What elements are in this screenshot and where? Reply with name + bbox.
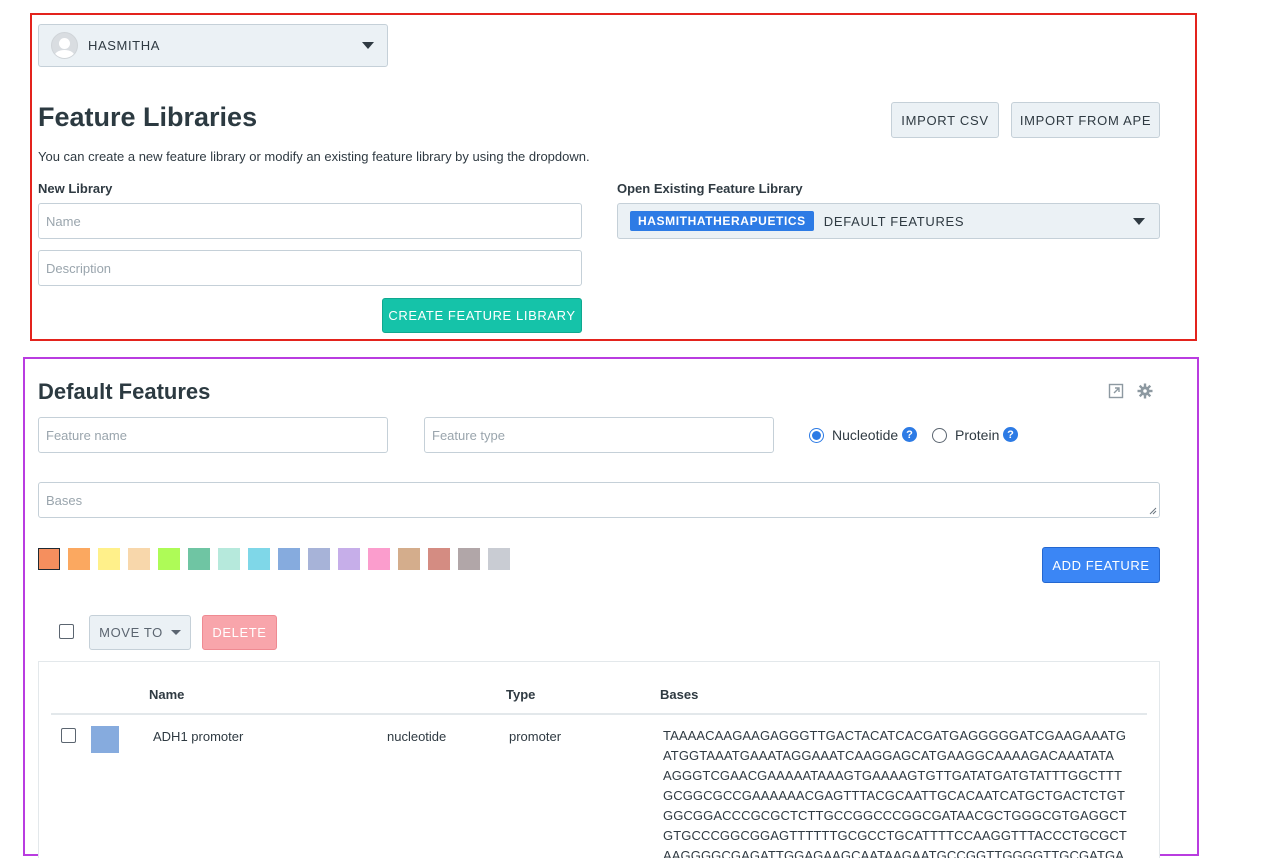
selected-library: DEFAULT FEATURES [823, 213, 965, 229]
features-title: Default Features [38, 379, 211, 404]
move-to-button[interactable]: MOVE TO [89, 615, 191, 650]
help-icon[interactable]: ? [902, 427, 917, 442]
owner-tag: HASMITHATHERAPUETICS [630, 211, 814, 231]
column-header-bases[interactable]: Bases [660, 687, 698, 702]
radio-nucleotide-dot[interactable] [809, 427, 824, 443]
color-swatch[interactable] [308, 548, 330, 570]
library-description-input[interactable]: Description [38, 250, 582, 286]
bases-line: GTGCCCGGCGGAGTTTTTTGCGCCTGCATTTTCCAAGGTT… [663, 828, 1127, 843]
color-swatch[interactable] [38, 548, 60, 570]
row-bases: TAAAACAAGAAGAGGGTTGACTACATCACGATGAGGGGGA… [663, 726, 1143, 858]
help-icon[interactable]: ? [1003, 427, 1018, 442]
chevron-down-icon [170, 630, 181, 635]
row-name: ADH1 promoter [153, 729, 244, 744]
user-name: HASMITHA [88, 38, 160, 53]
column-header-type[interactable]: Type [506, 687, 535, 702]
bases-placeholder: Bases [46, 492, 83, 508]
library-description: You can create a new feature library or … [38, 149, 590, 164]
resize-grip-icon[interactable] [1149, 507, 1157, 515]
avatar [51, 32, 78, 59]
table-row[interactable]: ADH1 promoter nucleotide promoter TAAAAC… [38, 720, 1160, 858]
existing-library-label: Open Existing Feature Library [617, 181, 803, 196]
bases-line: TAAAACAAGAAGAGGGTTGACTACATCACGATGAGGGGGA… [663, 728, 1127, 743]
user-dropdown[interactable]: HASMITHA [38, 24, 388, 67]
import-csv-button[interactable]: IMPORT CSV [891, 102, 999, 138]
row-color-swatch [91, 726, 119, 753]
radio-protein-label: Protein [955, 427, 1000, 443]
row-type: promoter [509, 729, 562, 744]
add-feature-button[interactable]: ADD FEATURE [1042, 547, 1160, 583]
import-ape-button[interactable]: IMPORT FROM APE [1011, 102, 1160, 138]
gear-icon[interactable] [1137, 383, 1153, 404]
radio-protein[interactable]: Protein [932, 427, 999, 443]
create-library-button[interactable]: CREATE FEATURE LIBRARY [382, 298, 582, 333]
color-swatch[interactable] [398, 548, 420, 570]
color-swatch[interactable] [278, 548, 300, 570]
color-swatch[interactable] [128, 548, 150, 570]
library-name-input[interactable]: Name [38, 203, 582, 239]
bases-line: GCGGCGCCGAAAAAACGAGTTTACGCAATTGCACAATCAT… [663, 788, 1126, 803]
bases-line: AAGGGGCGAGATTGGAGAAGCAATAAGAATGCCGGTTGGG… [663, 848, 1124, 858]
feature-name-input[interactable]: Feature name [38, 417, 388, 453]
color-swatch[interactable] [488, 548, 510, 570]
color-swatch[interactable] [68, 548, 90, 570]
bases-line: ATGGTAAATGAAATAGGAAATCAAGGAGCATGAAGGCAAA… [663, 748, 1115, 763]
color-swatch[interactable] [458, 548, 480, 570]
color-swatch[interactable] [98, 548, 120, 570]
bases-line: GGCGGACCCGCGCTCTTGCCGGCCCGGCGATAACGCTGGG… [663, 808, 1127, 823]
move-to-label: MOVE TO [99, 625, 163, 640]
select-all-checkbox[interactable] [59, 624, 74, 639]
bases-line: AGGGTCGAACGAAAAATAAAGTGAAAAGTGTTGATATGAT… [663, 768, 1123, 783]
color-swatch[interactable] [158, 548, 180, 570]
color-palette [38, 548, 510, 570]
color-swatch[interactable] [338, 548, 360, 570]
feature-type-input[interactable]: Feature type [424, 417, 774, 453]
color-swatch[interactable] [218, 548, 240, 570]
color-swatch[interactable] [188, 548, 210, 570]
row-checkbox[interactable] [61, 728, 76, 743]
color-swatch[interactable] [428, 548, 450, 570]
bases-textarea[interactable]: Bases [38, 482, 1160, 518]
open-external-icon[interactable] [1108, 383, 1124, 404]
color-swatch[interactable] [248, 548, 270, 570]
row-kind: nucleotide [387, 729, 447, 744]
page-title: Feature Libraries [38, 102, 258, 132]
chevron-down-icon [362, 42, 374, 49]
color-swatch[interactable] [368, 548, 390, 570]
delete-button[interactable]: DELETE [202, 615, 277, 650]
new-library-label: New Library [38, 181, 113, 196]
radio-protein-dot[interactable] [932, 427, 947, 443]
header-divider [51, 713, 1147, 715]
column-header-name[interactable]: Name [149, 687, 184, 702]
existing-library-select[interactable]: HASMITHATHERAPUETICS DEFAULT FEATURES [617, 203, 1160, 239]
radio-nucleotide-label: Nucleotide [832, 427, 899, 443]
chevron-down-icon [1133, 218, 1145, 225]
radio-nucleotide[interactable]: Nucleotide [809, 427, 898, 443]
